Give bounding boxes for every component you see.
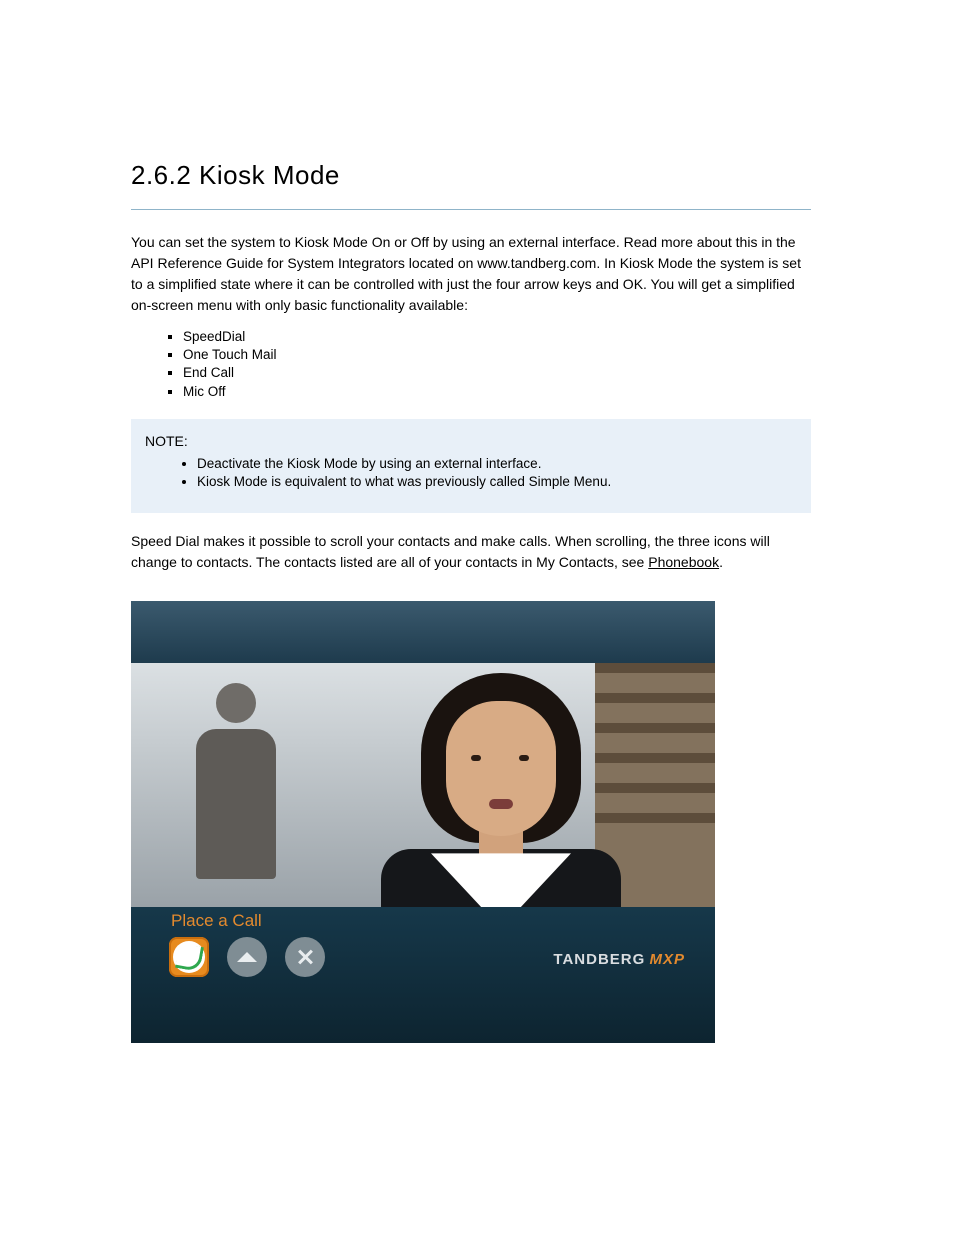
mail-button[interactable] (227, 937, 267, 977)
shot-bottom-bar: Place a Call TANDBERG (131, 907, 715, 1043)
place-call-button[interactable] (169, 937, 209, 977)
brand-model: MXP (649, 951, 685, 968)
followup-tail: . (719, 554, 723, 570)
kiosk-menu-list: SpeedDial One Touch Mail End Call Mic Of… (131, 328, 811, 401)
note-item: Kiosk Mode is equivalent to what was pre… (197, 473, 797, 491)
triangle-icon (237, 952, 257, 962)
content-column: 2.6.2 Kiosk Mode You can set the system … (131, 160, 811, 1043)
foreground-person (371, 673, 631, 907)
kiosk-menu-item: SpeedDial (183, 328, 811, 346)
kiosk-menu-item: End Call (183, 364, 811, 382)
kiosk-menu-item: One Touch Mail (183, 346, 811, 364)
ui-screenshot-illustration: Place a Call TANDBERG (131, 601, 715, 1043)
brand-name: TANDBERG (553, 951, 645, 968)
note-item: Deactivate the Kiosk Mode by using an ex… (197, 455, 797, 473)
note-callout: NOTE: Deactivate the Kiosk Mode by using… (131, 419, 811, 513)
shot-top-bar (131, 601, 715, 663)
followup-paragraph: Speed Dial makes it possible to scroll y… (131, 531, 771, 573)
heading-rule (131, 209, 811, 210)
note-list: Deactivate the Kiosk Mode by using an ex… (145, 455, 797, 491)
section-heading: 2.6.2 Kiosk Mode (131, 160, 811, 191)
kiosk-menu-item: Mic Off (183, 383, 811, 401)
note-title: NOTE: (145, 433, 797, 449)
document-page: 2.6.2 Kiosk Mode You can set the system … (0, 0, 954, 1235)
phone-icon-bg (173, 941, 205, 973)
action-icons-row (169, 937, 325, 977)
phone-icon (175, 943, 204, 972)
brand-label: TANDBERG MXP (553, 951, 685, 968)
close-button[interactable] (285, 937, 325, 977)
intro-paragraph: You can set the system to Kiosk Mode On … (131, 232, 811, 316)
place-a-call-label: Place a Call (171, 911, 262, 931)
background-person (186, 683, 286, 903)
phonebook-link[interactable]: Phonebook (648, 554, 719, 570)
close-icon (297, 949, 313, 965)
video-area (131, 663, 715, 907)
